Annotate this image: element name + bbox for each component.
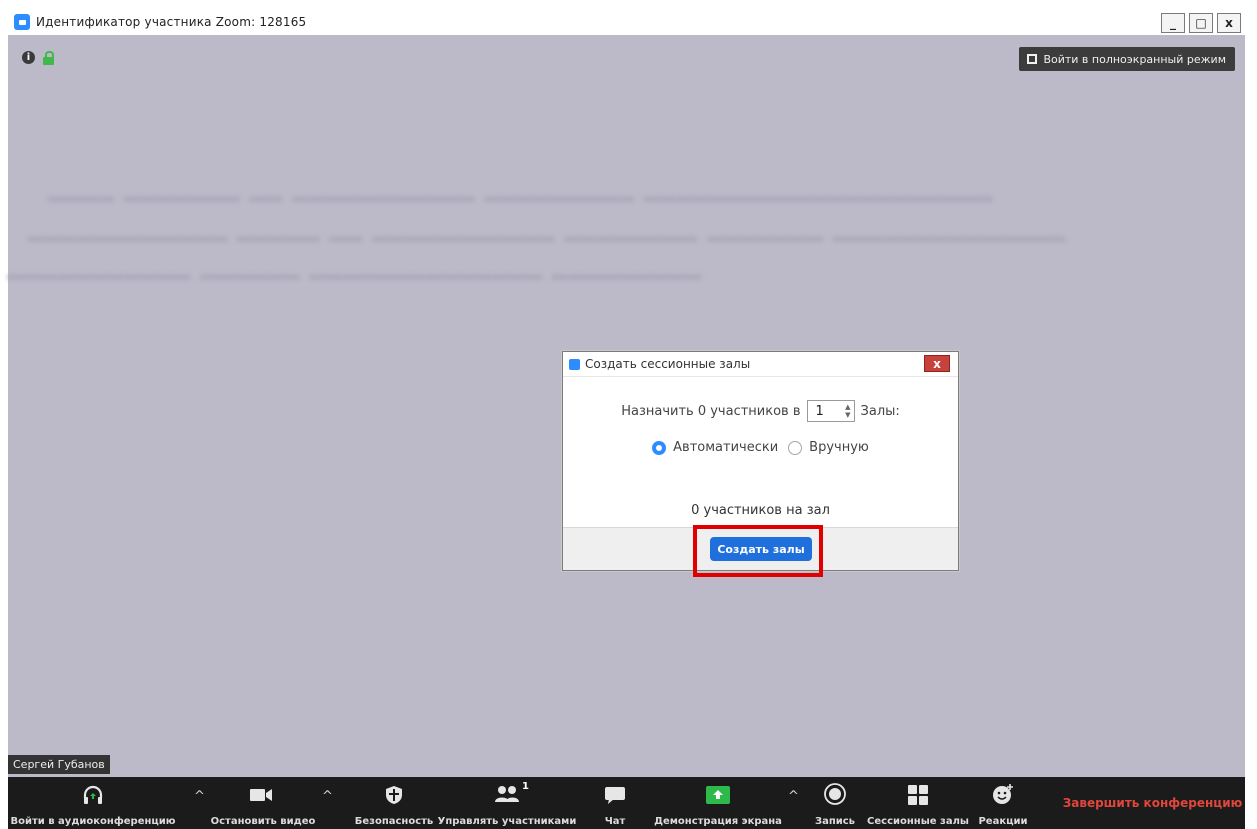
dialog-titlebar: Создать сессионные залы xyxy=(563,352,958,377)
info-icon[interactable]: i xyxy=(22,51,35,64)
chat-button[interactable]: Чат xyxy=(590,777,640,829)
dialog-close-button[interactable]: x xyxy=(924,355,950,372)
record-button[interactable]: Запись xyxy=(808,777,862,829)
breakout-rooms-grid-icon xyxy=(908,785,928,805)
assign-row: Назначить 0 участников в 1 ▲ ▼ Залы: xyxy=(563,400,958,422)
zoom-dialog-icon xyxy=(569,358,580,370)
window-controls: _ □ x xyxy=(1161,13,1241,33)
assign-suffix-label: Залы: xyxy=(860,403,900,419)
share-options-chevron-icon[interactable]: ^ xyxy=(788,789,799,804)
security-button[interactable]: Безопасность xyxy=(354,777,434,829)
reactions-label: Реакции xyxy=(978,816,1028,827)
participants-button[interactable]: 1 Управлять участниками xyxy=(434,777,580,829)
record-icon xyxy=(824,783,846,805)
radio-automatic-dot[interactable] xyxy=(652,440,667,455)
close-window-button[interactable]: x xyxy=(1217,13,1241,33)
assign-mode-row: Автоматически Вручную xyxy=(563,440,958,455)
audio-label: Войти в аудиоконференцию xyxy=(10,816,176,827)
radio-manual-label: Вручную xyxy=(809,440,869,455)
blurred-background-line-1: ━━━━ ━━━━━━━ ━━ ━━━━━━━━━━━ ━━━━━━━━━ ━━… xyxy=(48,185,994,215)
assign-prefix-label: Назначить 0 участников в xyxy=(621,403,801,419)
blurred-background-line-3: ━━━━━━━━━━━ ━━━━━━ ━━━━━━━━━━━━━━ ━━━━━━… xyxy=(8,263,702,293)
participants-count-badge: 1 xyxy=(522,781,529,792)
video-button[interactable]: Остановить видео xyxy=(208,777,318,829)
minimize-button[interactable]: _ xyxy=(1161,13,1185,33)
window-title: Идентификатор участника Zoom: 128165 xyxy=(36,15,307,29)
participant-name-label: Сергей Губанов xyxy=(8,755,110,774)
headphones-icon xyxy=(83,785,103,804)
radio-manual[interactable]: Вручную xyxy=(788,440,869,455)
video-label: Остановить видео xyxy=(210,816,316,827)
audio-options-chevron-icon[interactable]: ^ xyxy=(194,789,205,804)
fullscreen-label: Войти в полноэкранный режим xyxy=(1043,52,1226,66)
end-meeting-button[interactable]: Завершить конференцию xyxy=(1060,777,1245,829)
meeting-toolbar: Войти в аудиоконференцию ^ Остановить ви… xyxy=(8,777,1245,829)
audio-button[interactable]: Войти в аудиоконференцию xyxy=(8,777,178,829)
participants-icon xyxy=(495,786,519,802)
fullscreen-icon xyxy=(1027,54,1038,64)
lock-icon[interactable] xyxy=(43,51,54,65)
radio-automatic[interactable]: Автоматически xyxy=(652,440,778,455)
video-options-chevron-icon[interactable]: ^ xyxy=(322,789,333,804)
breakout-rooms-label: Сессионные залы xyxy=(867,816,969,827)
participants-label: Управлять участниками xyxy=(437,816,577,827)
fullscreen-button[interactable]: Войти в полноэкранный режим xyxy=(1019,47,1235,71)
share-screen-icon xyxy=(706,786,730,804)
shield-icon xyxy=(386,786,402,804)
highlight-annotation xyxy=(693,525,823,577)
window-titlebar: Идентификатор участника Zoom: 128165 _ □… xyxy=(8,9,1245,35)
maximize-button[interactable]: □ xyxy=(1189,13,1213,33)
stepper-arrows-icon[interactable]: ▲ ▼ xyxy=(845,403,850,419)
chat-bubble-icon xyxy=(605,787,625,804)
meeting-status-icons: i xyxy=(22,51,54,65)
blurred-background-line-2: ━━━━━━━━━━━━ ━━━━━ ━━ ━━━━━━━━━━━ ━━━━━━… xyxy=(28,225,1067,255)
radio-automatic-label: Автоматически xyxy=(673,440,779,455)
share-screen-label: Демонстрация экрана xyxy=(654,816,782,827)
chat-label: Чат xyxy=(604,816,626,827)
video-camera-icon xyxy=(250,789,272,801)
breakout-rooms-button[interactable]: Сессионные залы xyxy=(867,777,969,829)
share-screen-button[interactable]: Демонстрация экрана xyxy=(640,777,796,829)
security-label: Безопасность xyxy=(354,816,434,827)
rooms-count-stepper[interactable]: 1 ▲ ▼ xyxy=(806,400,855,422)
radio-manual-dot[interactable] xyxy=(788,440,803,455)
reaction-smiley-icon xyxy=(993,784,1013,804)
participants-per-room-text: 0 участников на зал xyxy=(691,503,830,518)
record-label: Запись xyxy=(814,816,856,827)
reactions-button[interactable]: Реакции xyxy=(968,777,1038,829)
zoom-app-icon xyxy=(14,14,30,30)
rooms-count-value: 1 xyxy=(815,403,824,419)
dialog-title: Создать сессионные залы xyxy=(585,357,751,371)
